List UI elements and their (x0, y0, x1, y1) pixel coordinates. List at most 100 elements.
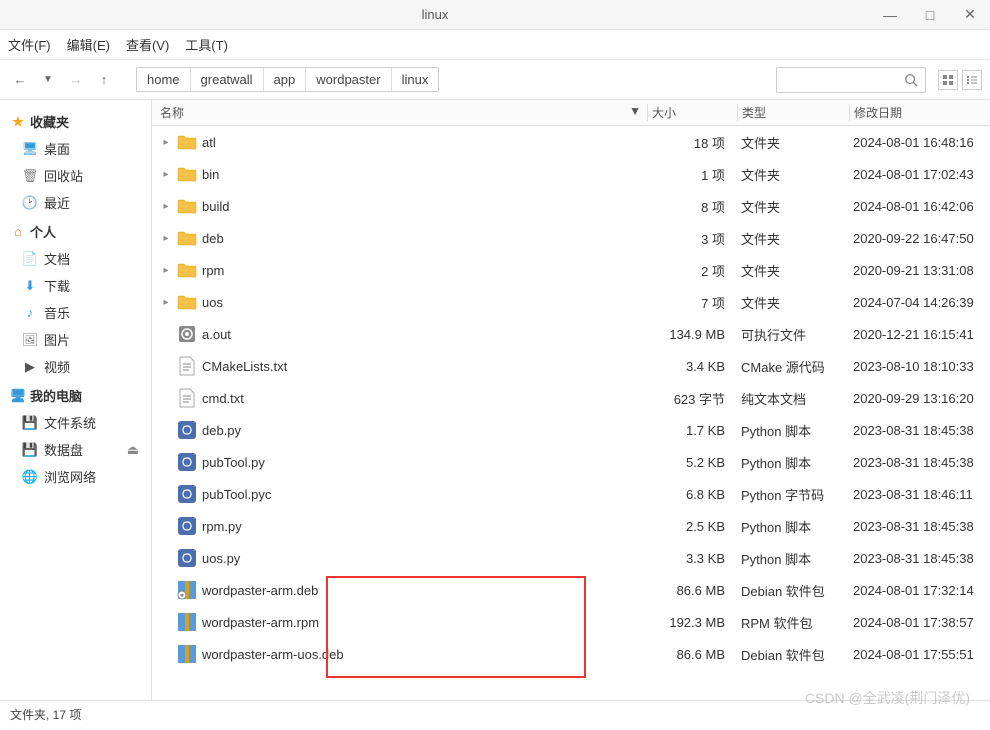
file-name: cmd.txt (202, 391, 244, 406)
file-size: 3 项 (647, 229, 737, 248)
file-row[interactable]: deb.py1.7 KBPython 脚本2023-08-31 18:45:38 (152, 414, 990, 446)
package-icon (176, 611, 198, 633)
file-row[interactable]: rpm.py2.5 KBPython 脚本2023-08-31 18:45:38 (152, 510, 990, 542)
breadcrumb-item[interactable]: linux (392, 68, 439, 91)
file-type: 文件夹 (737, 293, 849, 312)
sidebar-item[interactable]: ▶视频 (10, 353, 141, 380)
file-size: 6.8 KB (647, 487, 737, 502)
back-button[interactable]: ← (8, 68, 32, 92)
file-row[interactable]: cmd.txt623 字节纯文本文档2020-09-29 13:16:20 (152, 382, 990, 414)
expand-icon[interactable]: ▸ (160, 201, 172, 212)
sidebar-item[interactable]: 🗑回收站 (10, 162, 141, 189)
column-name[interactable]: 名称▼ (152, 104, 647, 121)
file-name: uos.py (202, 551, 240, 566)
file-size: 86.6 MB (647, 647, 737, 662)
expand-icon[interactable]: ▸ (160, 169, 172, 180)
file-type: 文件夹 (737, 197, 849, 216)
expand-icon[interactable]: ▸ (160, 297, 172, 308)
sidebar-item[interactable]: 🌐浏览网络 (10, 463, 141, 490)
breadcrumb-item[interactable]: wordpaster (306, 68, 391, 91)
file-date: 2023-08-10 18:10:33 (849, 359, 990, 374)
file-row[interactable]: wordpaster-arm.rpm192.3 MBRPM 软件包2024-08… (152, 606, 990, 638)
computer-header: 🖥 我的电脑 (10, 386, 141, 405)
file-row[interactable]: ▸bin1 项文件夹2024-08-01 17:02:43 (152, 158, 990, 190)
file-date: 2023-08-31 18:45:38 (849, 551, 990, 566)
picture-icon: 🖼 (22, 332, 38, 348)
window-controls: — □ ✕ (870, 0, 990, 30)
file-list: 名称▼ 大小 类型 修改日期 ▸atl18 项文件夹2024-08-01 16:… (152, 100, 990, 700)
sidebar-item[interactable]: 🖼 图片 (10, 326, 141, 353)
column-type[interactable]: 类型 (737, 104, 849, 121)
column-size[interactable]: 大小 (647, 104, 737, 121)
statusbar: 文件夹, 17 项 (0, 700, 990, 728)
file-date: 2020-12-21 16:15:41 (849, 327, 990, 342)
menu-view[interactable]: 查看(V) (126, 35, 169, 54)
disk-icon: 💾 (22, 415, 38, 431)
expand-icon[interactable]: ▸ (160, 233, 172, 244)
breadcrumb-item[interactable]: home (137, 68, 191, 91)
sidebar-item-label: 视频 (44, 357, 70, 376)
expand-icon[interactable]: ▸ (160, 265, 172, 276)
file-row[interactable]: wordpaster-arm-uos.deb86.6 MBDebian 软件包2… (152, 638, 990, 670)
file-size: 3.3 KB (647, 551, 737, 566)
expand-icon[interactable]: ▸ (160, 137, 172, 148)
file-row[interactable]: ▸build8 项文件夹2024-08-01 16:42:06 (152, 190, 990, 222)
search-input[interactable] (776, 67, 926, 93)
sidebar-item-label: 数据盘 (44, 440, 83, 459)
sidebar-item[interactable]: 📄文档 (10, 245, 141, 272)
file-row[interactable]: uos.py3.3 KBPython 脚本2023-08-31 18:45:38 (152, 542, 990, 574)
package-icon (176, 643, 198, 665)
file-type: 文件夹 (737, 133, 849, 152)
file-date: 2023-08-31 18:46:11 (849, 487, 990, 502)
icon-view-button[interactable] (938, 70, 958, 90)
file-row[interactable]: wordpaster-arm.deb86.6 MBDebian 软件包2024-… (152, 574, 990, 606)
column-date[interactable]: 修改日期 (849, 104, 990, 121)
home-icon: ⌂ (10, 224, 26, 240)
file-type: Debian 软件包 (737, 581, 849, 600)
file-row[interactable]: ▸rpm2 项文件夹2020-09-21 13:31:08 (152, 254, 990, 286)
sidebar-item[interactable]: 💾文件系统 (10, 409, 141, 436)
text-icon (176, 355, 198, 377)
sidebar-item[interactable]: 🕑最近 (10, 189, 141, 216)
file-row[interactable]: ▸atl18 项文件夹2024-08-01 16:48:16 (152, 126, 990, 158)
sidebar-item-label: 文档 (44, 249, 70, 268)
sidebar-item[interactable]: 🖥桌面 (10, 135, 141, 162)
file-name: atl (202, 135, 216, 150)
list-view-button[interactable] (962, 70, 982, 90)
sidebar-item[interactable]: ⬇下载 (10, 272, 141, 299)
sidebar-item-label: 图片 (44, 330, 70, 349)
file-row[interactable]: CMakeLists.txt3.4 KBCMake 源代码2023-08-10 … (152, 350, 990, 382)
file-name: bin (202, 167, 219, 182)
menu-tool[interactable]: 工具(T) (185, 35, 228, 54)
file-name: deb.py (202, 423, 241, 438)
forward-button[interactable]: → (64, 68, 88, 92)
eject-icon[interactable]: ⏏ (127, 442, 139, 458)
minimize-button[interactable]: — (870, 0, 910, 30)
file-date: 2024-07-04 14:26:39 (849, 295, 990, 310)
breadcrumb-item[interactable]: greatwall (191, 68, 264, 91)
package-icon (176, 579, 198, 601)
file-row[interactable]: pubTool.pyc6.8 KBPython 字节码2023-08-31 18… (152, 478, 990, 510)
file-name: wordpaster-arm.rpm (202, 615, 319, 630)
sidebar-item[interactable]: ♪音乐 (10, 299, 141, 326)
breadcrumb-item[interactable]: app (264, 68, 307, 91)
maximize-button[interactable]: □ (910, 0, 950, 30)
menu-edit[interactable]: 编辑(E) (67, 35, 110, 54)
sidebar-item[interactable]: 💾数据盘⏏ (10, 436, 141, 463)
menu-file[interactable]: 文件(F) (8, 35, 51, 54)
file-row[interactable]: a.out134.9 MB可执行文件2020-12-21 16:15:41 (152, 318, 990, 350)
close-button[interactable]: ✕ (950, 0, 990, 30)
file-row[interactable]: ▸uos7 项文件夹2024-07-04 14:26:39 (152, 286, 990, 318)
file-name: pubTool.pyc (202, 487, 271, 502)
file-date: 2024-08-01 16:42:06 (849, 199, 990, 214)
file-size: 7 项 (647, 293, 737, 312)
file-date: 2024-08-01 17:38:57 (849, 615, 990, 630)
file-row[interactable]: ▸deb3 项文件夹2020-09-22 16:47:50 (152, 222, 990, 254)
up-button[interactable]: ↑ (92, 68, 116, 92)
file-size: 192.3 MB (647, 615, 737, 630)
file-type: 文件夹 (737, 229, 849, 248)
file-row[interactable]: pubTool.py5.2 KBPython 脚本2023-08-31 18:4… (152, 446, 990, 478)
python-icon (176, 419, 198, 441)
search-icon (903, 72, 919, 88)
history-dropdown[interactable]: ▼ (36, 68, 60, 92)
